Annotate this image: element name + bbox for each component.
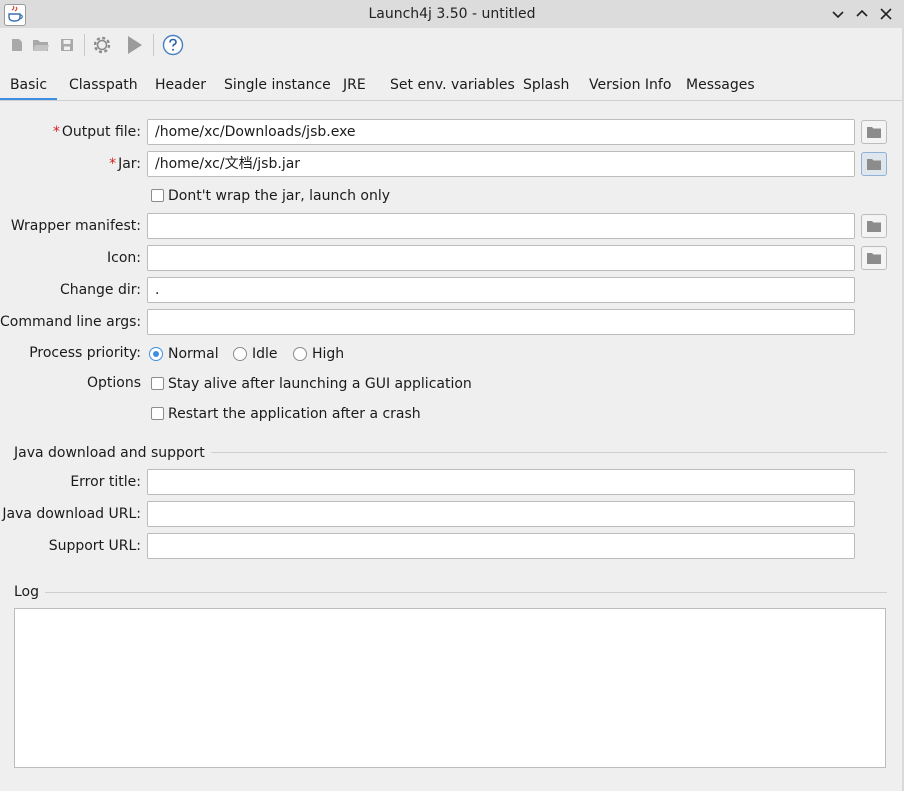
build-wrapper-button[interactable]	[89, 32, 115, 58]
java-download-url-field[interactable]	[147, 501, 855, 527]
support-url-label: Support URL:	[48, 538, 141, 554]
stay-alive-label: Stay alive after launching a GUI applica…	[168, 376, 472, 392]
folder-icon	[867, 221, 881, 232]
priority-high-label: High	[312, 346, 345, 362]
tab-header[interactable]: Header	[155, 70, 206, 100]
options-label: Options	[86, 375, 141, 391]
open-button[interactable]	[28, 32, 54, 58]
priority-normal-radio[interactable]	[149, 347, 163, 361]
open-folder-icon	[33, 40, 49, 51]
play-icon	[128, 36, 142, 54]
tab-jre[interactable]: JRE	[343, 70, 366, 100]
java-download-section-title: Java download and support	[14, 443, 211, 463]
restart-label: Restart the application after a crash	[168, 406, 421, 422]
window-title: Launch4j 3.50 - untitled	[368, 6, 536, 22]
java-download-url-label: Java download URL:	[2, 506, 141, 522]
priority-normal-label: Normal	[168, 346, 219, 362]
output-file-label: * Output file:	[52, 124, 141, 140]
tab-splash[interactable]: Splash	[523, 70, 569, 100]
help-icon	[162, 34, 184, 56]
error-title-label: Error title:	[70, 474, 141, 490]
tab-set-env-variables[interactable]: Set env. variables	[390, 70, 515, 100]
bottom-edge	[0, 772, 904, 791]
priority-idle-radio[interactable]	[233, 347, 247, 361]
dont-wrap-label: Dont't wrap the jar, launch only	[168, 188, 391, 204]
icon-label: Icon:	[107, 250, 141, 266]
wrapper-manifest-field[interactable]	[147, 213, 855, 239]
required-marker: *	[52, 124, 60, 140]
jar-field[interactable]: /home/xc/文档/jsb.jar	[147, 151, 855, 177]
restart-checkbox[interactable]	[151, 407, 164, 420]
change-dir-field[interactable]: .	[147, 277, 855, 303]
new-button[interactable]	[4, 32, 30, 58]
close-button[interactable]	[876, 4, 896, 24]
help-button[interactable]	[160, 32, 186, 58]
dont-wrap-checkbox[interactable]	[151, 189, 164, 202]
new-file-icon	[12, 39, 22, 51]
tab-basic[interactable]: Basic	[0, 70, 57, 100]
toolbar-separator	[153, 34, 154, 56]
output-file-field[interactable]: /home/xc/Downloads/jsb.exe	[147, 119, 855, 145]
cmd-args-field[interactable]	[147, 309, 855, 335]
log-textarea[interactable]	[14, 608, 886, 768]
save-button[interactable]	[54, 32, 80, 58]
tab-single-instance[interactable]: Single instance	[224, 70, 331, 100]
cmd-args-label: Command line args:	[0, 314, 142, 330]
wrapper-manifest-label: Wrapper manifest:	[10, 218, 141, 234]
tab-version-info[interactable]: Version Info	[589, 70, 671, 100]
run-button[interactable]	[121, 32, 147, 58]
jar-label: * Jar:	[109, 156, 141, 172]
icon-field[interactable]	[147, 245, 855, 271]
folder-icon	[867, 127, 881, 138]
tab-messages[interactable]: Messages	[686, 70, 755, 100]
process-priority-label: Process priority:	[29, 345, 141, 361]
chevron-up-icon	[856, 9, 868, 17]
wrapper-manifest-browse-button[interactable]	[861, 214, 887, 238]
error-title-field[interactable]	[147, 469, 855, 495]
save-icon	[61, 39, 73, 51]
priority-idle-label: Idle	[252, 346, 278, 362]
maximize-button[interactable]	[852, 4, 872, 24]
stay-alive-checkbox[interactable]	[151, 377, 164, 390]
required-marker: *	[109, 156, 117, 172]
change-dir-label: Change dir:	[59, 282, 141, 298]
tab-classpath[interactable]: Classpath	[69, 70, 138, 100]
close-icon	[880, 8, 892, 20]
output-file-browse-button[interactable]	[861, 120, 887, 144]
gear-icon	[93, 36, 111, 54]
log-section-title: Log	[14, 582, 46, 602]
folder-icon	[867, 253, 881, 264]
icon-browse-button[interactable]	[861, 246, 887, 270]
support-url-field[interactable]	[147, 533, 855, 559]
toolbar-separator	[84, 34, 85, 56]
section-divider	[14, 592, 887, 593]
minimize-button[interactable]	[828, 4, 848, 24]
folder-icon	[867, 159, 881, 170]
jar-browse-button[interactable]	[861, 152, 887, 176]
chevron-down-icon	[832, 11, 844, 19]
priority-high-radio[interactable]	[293, 347, 307, 361]
